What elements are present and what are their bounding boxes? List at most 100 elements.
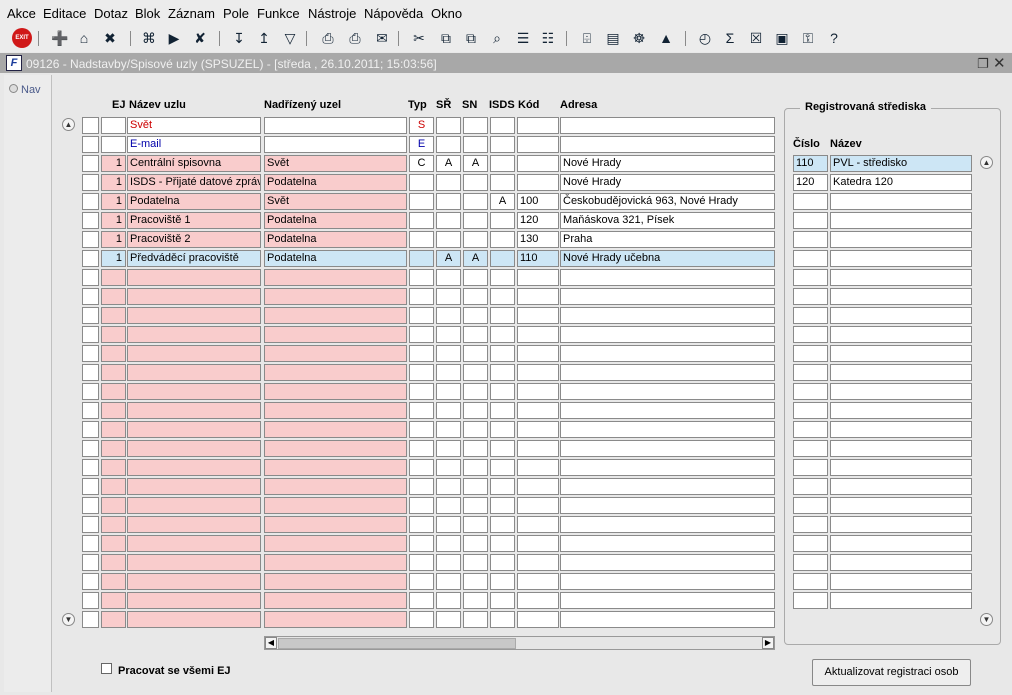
cell-typ[interactable] [409,573,434,590]
cell-nazev[interactable] [127,383,261,400]
cell-nazev[interactable] [127,554,261,571]
cell-sn[interactable] [463,459,488,476]
reg-cell-nazev[interactable] [830,288,972,305]
reg-cell-nazev[interactable] [830,516,972,533]
cell-sn[interactable] [463,535,488,552]
cell-typ[interactable] [409,288,434,305]
reg-cell-cislo[interactable] [793,592,828,609]
cell-sr[interactable] [436,345,461,362]
cell-sr[interactable] [436,364,461,381]
reg-cell-cislo[interactable] [793,288,828,305]
cell-kod[interactable] [517,326,559,343]
cell-nazev[interactable] [127,288,261,305]
mail-icon[interactable]: ✉ [372,28,392,48]
row-selector[interactable] [82,231,99,248]
cell-adresa[interactable] [560,573,775,590]
cell-isds[interactable] [490,554,515,571]
reg-cell-nazev[interactable] [830,478,972,495]
cell-nadrizeny[interactable] [264,136,407,153]
sort-desc-icon[interactable]: ↥ [254,28,274,48]
cell-adresa[interactable]: Praha [560,231,775,248]
reg-cell-cislo[interactable] [793,345,828,362]
cell-isds[interactable] [490,155,515,172]
cell-ej[interactable] [101,573,126,590]
query-icon[interactable]: ⌘ [139,28,159,48]
cell-sr[interactable] [436,554,461,571]
cell-ej[interactable] [101,611,126,628]
cell-nazev[interactable] [127,573,261,590]
cell-isds[interactable] [490,326,515,343]
reg-cell-cislo[interactable] [793,326,828,343]
row-selector[interactable] [82,326,99,343]
cell-kod[interactable] [517,573,559,590]
cell-isds[interactable] [490,383,515,400]
cell-nadrizeny[interactable]: Podatelna [264,174,407,191]
cell-sn[interactable] [463,497,488,514]
cell-sn[interactable] [463,421,488,438]
reg-cell-nazev[interactable] [830,402,972,419]
row-selector[interactable] [82,250,99,267]
cell-isds[interactable] [490,307,515,324]
cell-isds[interactable] [490,535,515,552]
cell-adresa[interactable]: Maňáskova 321, Písek [560,212,775,229]
cell-adresa[interactable] [560,459,775,476]
cell-adresa[interactable] [560,383,775,400]
cell-nazev[interactable] [127,307,261,324]
reg-cell-nazev[interactable] [830,497,972,514]
cell-ej[interactable] [101,117,126,134]
cell-typ[interactable] [409,516,434,533]
cell-nadrizeny[interactable] [264,592,407,609]
cell-adresa[interactable] [560,516,775,533]
row-selector[interactable] [82,440,99,457]
row-selector[interactable] [82,421,99,438]
cell-ej[interactable] [101,269,126,286]
cell-sr[interactable] [436,459,461,476]
cell-ej[interactable] [101,535,126,552]
menu-1[interactable]: Editace [43,6,86,21]
cell-adresa[interactable]: Českobudějovická 963, Nové Hrady [560,193,775,210]
row-selector[interactable] [82,611,99,628]
cell-sr[interactable]: A [436,155,461,172]
cell-ej[interactable]: 1 [101,231,126,248]
cell-nazev[interactable] [127,478,261,495]
cell-typ[interactable] [409,307,434,324]
cell-kod[interactable] [517,554,559,571]
reg-cell-cislo[interactable]: 110 [793,155,828,172]
cell-sn[interactable] [463,383,488,400]
aktualizovat-button[interactable]: Aktualizovat registraci osob [812,659,971,686]
cell-nazev[interactable] [127,345,261,362]
help-icon[interactable]: ? [824,28,844,48]
cell-typ[interactable] [409,478,434,495]
cell-adresa[interactable] [560,326,775,343]
cell-nazev[interactable]: Předváděcí pracoviště [127,250,261,267]
cell-ej[interactable]: 1 [101,250,126,267]
cell-ej[interactable] [101,288,126,305]
cell-sn[interactable] [463,364,488,381]
row-selector[interactable] [82,364,99,381]
cell-sr[interactable]: A [436,250,461,267]
reg-cell-cislo[interactable] [793,193,828,210]
cell-adresa[interactable] [560,592,775,609]
cell-isds[interactable] [490,117,515,134]
cell-typ[interactable] [409,402,434,419]
cell-sr[interactable] [436,174,461,191]
cell-typ[interactable] [409,326,434,343]
cell-typ[interactable] [409,174,434,191]
reg-cell-cislo[interactable] [793,250,828,267]
cell-adresa[interactable]: Nové Hrady [560,155,775,172]
cut-icon[interactable]: ✂ [409,28,429,48]
cell-sn[interactable] [463,231,488,248]
sort-asc-icon[interactable]: ↧ [229,28,249,48]
row-selector[interactable] [82,383,99,400]
cell-nazev[interactable] [127,326,261,343]
row-selector[interactable] [82,402,99,419]
cell-sr[interactable] [436,307,461,324]
cell-typ[interactable] [409,535,434,552]
list-icon[interactable]: ☰ [513,28,533,48]
cell-kod[interactable] [517,611,559,628]
cell-nadrizeny[interactable] [264,440,407,457]
cell-kod[interactable]: 120 [517,212,559,229]
row-selector[interactable] [82,573,99,590]
find-icon[interactable]: ⌕ [487,28,507,48]
reg-cell-nazev[interactable]: Katedra 120 [830,174,972,191]
